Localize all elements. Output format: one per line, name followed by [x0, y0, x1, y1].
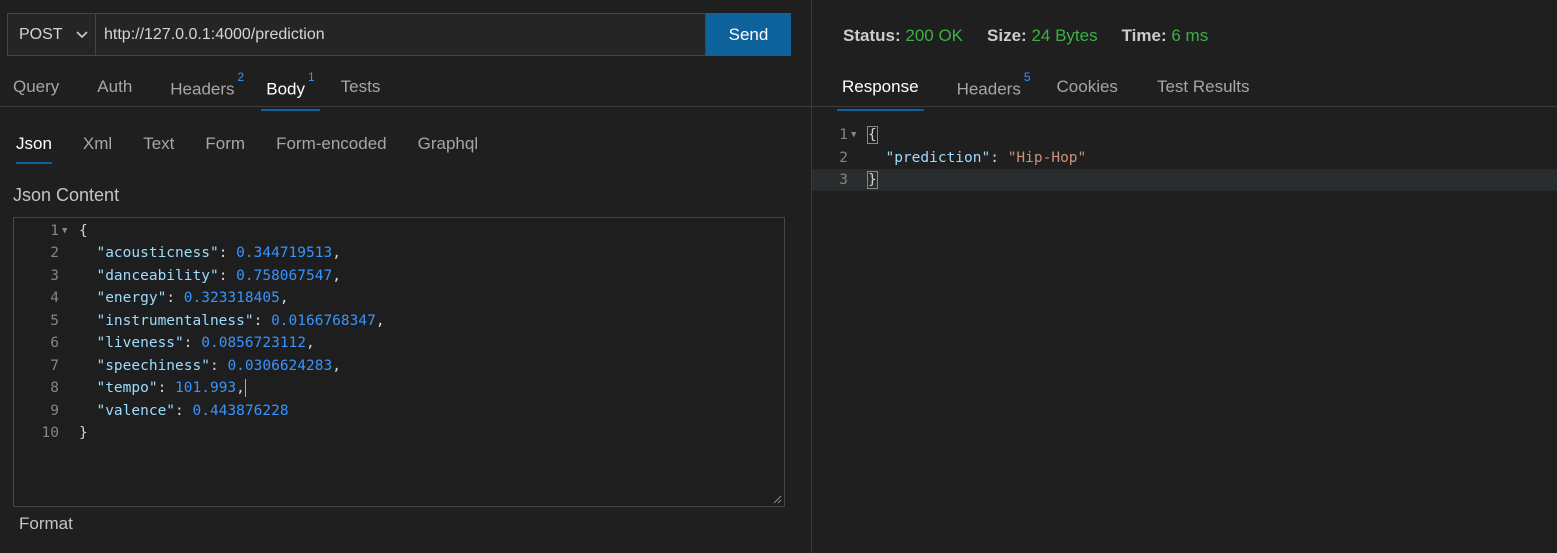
json-content-label: Json Content	[13, 185, 120, 205]
response-status-bar: Status: 200 OK Size: 24 Bytes Time: 6 ms	[843, 26, 1232, 46]
subtab-form[interactable]: Form	[205, 134, 245, 164]
size-value: 24 Bytes	[1031, 26, 1098, 45]
size-info: Size: 24 Bytes	[987, 26, 1098, 45]
subtab-graphql[interactable]: Graphql	[418, 134, 478, 164]
subtab-text[interactable]: Text	[143, 134, 174, 164]
editor-line: 7 "speechiness": 0.0306624283,	[50, 357, 341, 374]
time-value: 6 ms	[1171, 26, 1209, 45]
fold-arrow-icon[interactable]: ▼	[848, 130, 868, 140]
editor-line: 5 "instrumentalness": 0.0166768347,	[50, 312, 385, 329]
editor-line: 4 "energy": 0.323318405,	[50, 290, 289, 306]
editor-line: 6 "liveness": 0.0856723112,	[50, 335, 315, 351]
editor-line: 8 "tempo": 101.993,	[50, 379, 246, 397]
request-panel: POST http://127.0.0.1:4000/prediction Se…	[0, 0, 811, 553]
chevron-down-icon	[76, 31, 88, 39]
json-body-editor[interactable]: 1 ▼{ 2 "acousticness": 0.344719513, 3 "da…	[13, 217, 785, 507]
response-body-viewer[interactable]: 1 ▼{ 2 "prediction": "Hip-Hop" 3}	[812, 124, 1557, 194]
response-line: 3}	[812, 169, 1557, 191]
editor-line: 10}	[41, 425, 88, 441]
response-headers-count-badge: 5	[1023, 70, 1031, 84]
url-input[interactable]: http://127.0.0.1:4000/prediction	[95, 13, 706, 56]
status-info: Status: 200 OK	[843, 26, 964, 45]
editor-line: 2 "acousticness": 0.344719513,	[50, 245, 341, 261]
subtab-xml[interactable]: Xml	[83, 134, 112, 164]
editor-line: 1 ▼{	[50, 223, 88, 239]
prediction-value: "Hip-Hop"	[1007, 150, 1087, 166]
time-info: Time: 6 ms	[1121, 26, 1209, 45]
subtab-form-encoded[interactable]: Form-encoded	[276, 134, 387, 164]
body-count-badge: 1	[307, 70, 315, 84]
body-type-tabs: Json Xml Text Form Form-encoded Graphql	[16, 134, 478, 164]
editor-line: 9 "valence": 0.443876228	[50, 402, 289, 419]
subtab-json[interactable]: Json	[16, 134, 52, 164]
response-panel: Status: 200 OK Size: 24 Bytes Time: 6 ms…	[812, 0, 1557, 553]
divider	[812, 106, 1557, 107]
status-value: 200 OK	[905, 26, 964, 45]
send-button[interactable]: Send	[706, 13, 791, 56]
url-bar: POST http://127.0.0.1:4000/prediction Se…	[7, 13, 791, 56]
response-line: 2 "prediction": "Hip-Hop"	[839, 150, 1087, 166]
resize-handle-icon[interactable]	[772, 494, 782, 504]
fold-arrow-icon[interactable]: ▼	[59, 226, 79, 236]
headers-count-badge: 2	[237, 70, 245, 84]
divider	[0, 106, 811, 107]
editor-line: 3 "danceability": 0.758067547,	[50, 267, 341, 284]
text-cursor	[244, 379, 246, 397]
method-select[interactable]: POST	[7, 13, 95, 56]
format-button[interactable]: Format	[19, 514, 73, 534]
method-label: POST	[19, 25, 63, 43]
response-line: 1 ▼{	[839, 126, 878, 144]
